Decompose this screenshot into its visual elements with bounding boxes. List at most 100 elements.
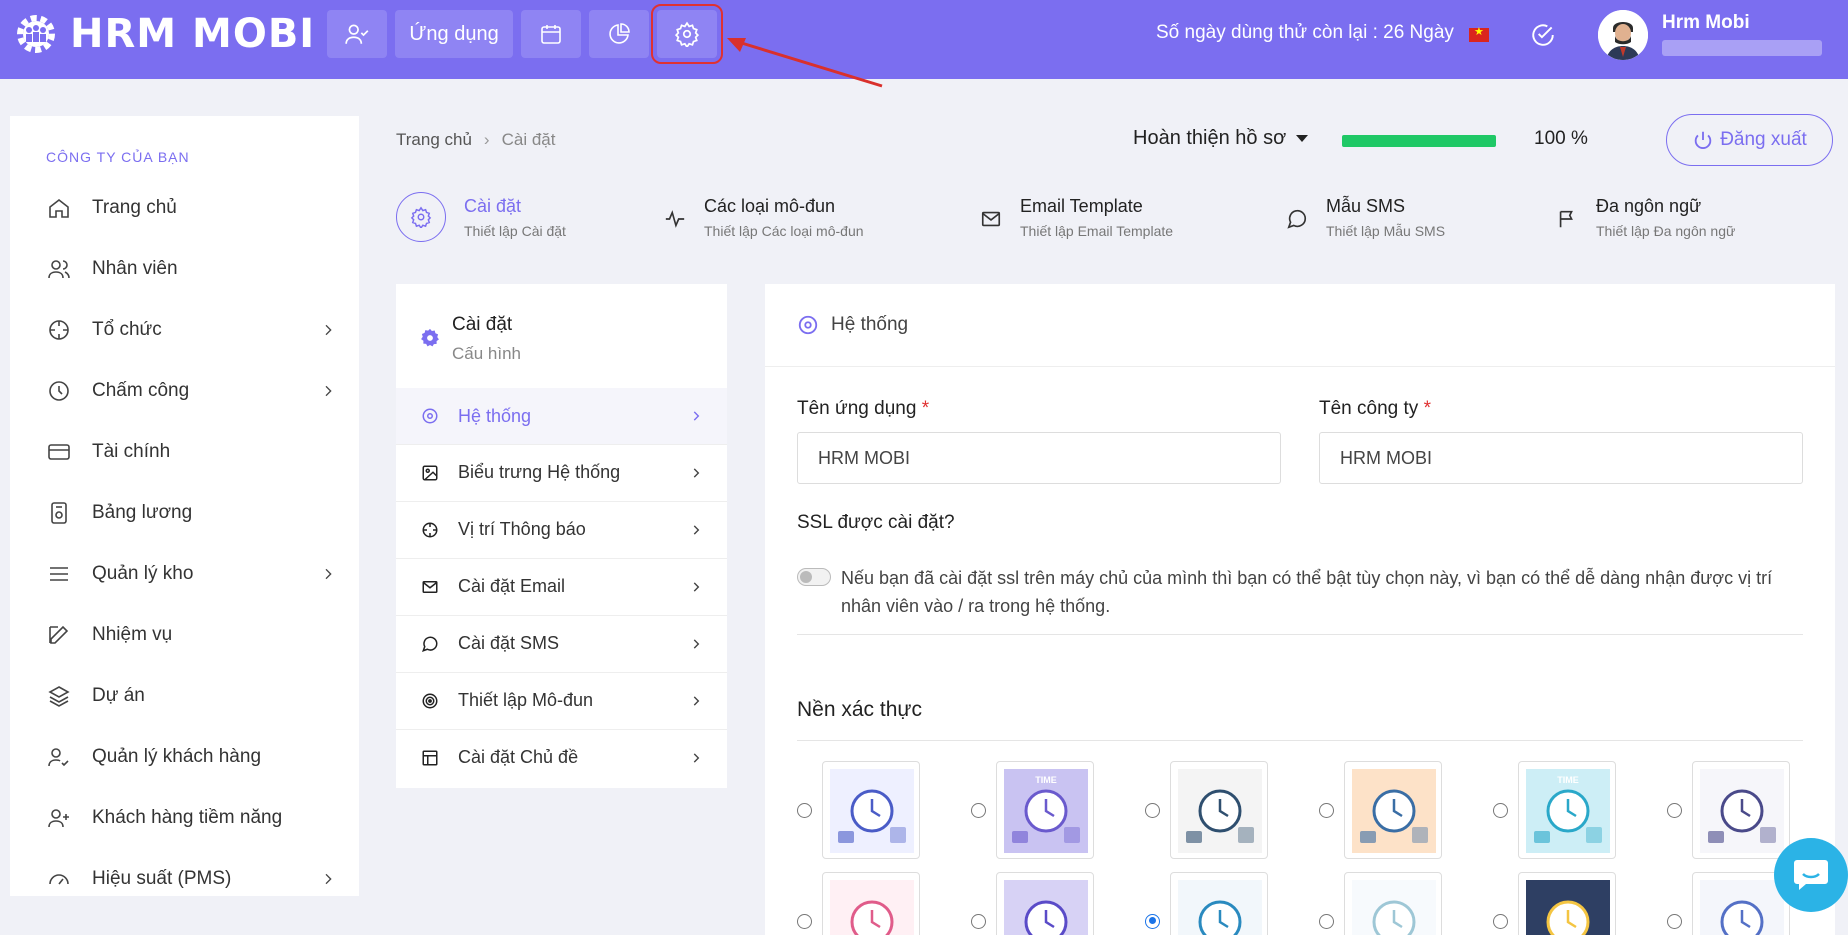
background-thumbnail[interactable] <box>1518 872 1616 935</box>
layout-icon <box>422 750 438 765</box>
app-name-input[interactable] <box>797 432 1281 484</box>
background-thumbnail[interactable] <box>1170 761 1268 859</box>
background-radio[interactable] <box>1667 913 1682 929</box>
background-thumbnail[interactable] <box>822 872 920 935</box>
tab-sms-template[interactable]: Mẫu SMS Thiết lập Mẫu SMS <box>1286 196 1445 239</box>
tab-subtitle: Thiết lập Mẫu SMS <box>1326 223 1446 239</box>
menu-item-notification-position[interactable]: Vị trí Thông báo <box>396 501 727 557</box>
logout-label: Đăng xuất <box>1720 129 1807 150</box>
tab-title: Cài đặt <box>464 196 522 216</box>
sidebar-item-payroll[interactable]: Bảng lương <box>46 498 336 528</box>
tab-settings[interactable]: Cài đặt Thiết lập Cài đặt <box>396 192 566 242</box>
sidebar-item-finance[interactable]: Tài chính <box>46 437 336 467</box>
sidebar-item-projects[interactable]: Dự án <box>46 681 336 711</box>
background-radio[interactable] <box>1319 913 1334 929</box>
sidebar-item-label: Quản lý khách hàng <box>92 746 262 767</box>
background-option[interactable] <box>1667 872 1790 935</box>
sidebar-item-attendance[interactable]: Chấm công <box>46 376 336 406</box>
breadcrumb-home[interactable]: Trang chủ <box>396 130 472 150</box>
settings-button[interactable] <box>651 4 723 64</box>
menu-item-label: Cài đặt SMS <box>458 633 560 653</box>
panel-title: Hệ thống <box>831 314 909 335</box>
chat-widget-button[interactable] <box>1774 838 1848 912</box>
payroll-icon <box>51 502 67 524</box>
menu-item-theme-settings[interactable]: Cài đặt Chủ đề <box>396 729 727 785</box>
sidebar-item-inventory[interactable]: Quản lý kho <box>46 559 336 589</box>
background-radio[interactable] <box>971 802 986 818</box>
chevron-right-icon <box>693 753 700 763</box>
cog-icon <box>421 328 439 347</box>
sidebar-item-home[interactable]: Trang chủ <box>46 193 336 223</box>
background-radio[interactable] <box>971 913 986 929</box>
logo-text: HRM MOBI <box>70 11 316 57</box>
sidebar-item-performance[interactable]: Hiệu suất (PMS) <box>46 864 336 894</box>
menu-item-label: Vị trí Thông báo <box>458 519 586 539</box>
ssl-toggle[interactable] <box>797 568 831 586</box>
calendar-button[interactable] <box>521 10 581 58</box>
background-option[interactable] <box>1667 761 1790 859</box>
sidebar-item-label: Bảng lương <box>92 502 193 523</box>
background-radio[interactable] <box>1493 802 1508 818</box>
background-option[interactable] <box>1145 761 1268 859</box>
logout-button[interactable]: Đăng xuất <box>1666 114 1833 166</box>
background-radio[interactable] <box>1145 802 1160 818</box>
profile-progress-bar <box>1342 135 1496 147</box>
tab-module-types[interactable]: Các loại mô-đun Thiết lập Các loại mô-đun <box>664 196 864 239</box>
sidebar-item-customers[interactable]: Quản lý khách hàng <box>46 742 336 772</box>
background-option[interactable]: TIME <box>971 761 1094 859</box>
background-radio[interactable] <box>797 913 812 929</box>
apps-button[interactable]: Ứng dụng <box>395 10 513 58</box>
background-thumbnail[interactable] <box>1170 872 1268 935</box>
background-thumbnail[interactable] <box>1344 872 1442 935</box>
background-radio[interactable] <box>797 802 812 818</box>
avatar[interactable] <box>1598 10 1648 60</box>
employee-check-button[interactable] <box>327 10 387 58</box>
menu-item-email-settings[interactable]: Cài đặt Email <box>396 558 727 614</box>
tab-email-template[interactable]: Email Template Thiết lập Email Template <box>980 196 1173 239</box>
background-option[interactable] <box>1145 872 1268 935</box>
background-radio[interactable] <box>1493 913 1508 929</box>
background-thumbnail[interactable] <box>822 761 920 859</box>
chevron-right-icon <box>325 873 332 885</box>
company-name-label: Tên công ty * <box>1319 398 1431 420</box>
mail-icon <box>981 211 1001 227</box>
background-option[interactable]: TIME <box>1493 761 1616 859</box>
background-option[interactable] <box>1493 872 1616 935</box>
background-thumbnail[interactable] <box>996 872 1094 935</box>
image-icon <box>422 465 438 480</box>
report-button[interactable] <box>589 10 649 58</box>
background-thumbnail[interactable] <box>1344 761 1442 859</box>
tab-multilanguage[interactable]: Đa ngôn ngữ Thiết lập Đa ngôn ngữ <box>1556 196 1735 239</box>
menu-item-module-setup[interactable]: Thiết lập Mô-đun <box>396 672 727 728</box>
required-mark: * <box>921 398 930 419</box>
background-thumbnail[interactable]: TIME <box>1518 761 1616 859</box>
sidebar-item-employees[interactable]: Nhân viên <box>46 254 336 284</box>
background-option[interactable] <box>797 761 920 859</box>
check-circle-button[interactable] <box>1530 22 1556 48</box>
background-radio[interactable] <box>1319 802 1334 818</box>
app-logo[interactable]: HRM MOBI <box>12 10 315 58</box>
background-option[interactable] <box>1319 872 1442 935</box>
sidebar-item-leads[interactable]: Khách hàng tiềm năng <box>46 803 336 833</box>
background-thumbnail[interactable]: TIME <box>996 761 1094 859</box>
background-option[interactable] <box>797 872 920 935</box>
sidebar-item-tasks[interactable]: Nhiệm vụ <box>46 620 336 650</box>
background-radio[interactable] <box>1667 802 1682 818</box>
menu-item-system[interactable]: Hệ thống <box>396 388 727 444</box>
menu-item-system-logo[interactable]: Biểu trưng Hệ thống <box>396 444 727 500</box>
background-option[interactable] <box>971 872 1094 935</box>
menu-item-sms-settings[interactable]: Cài đặt SMS <box>396 615 727 671</box>
background-thumbnail[interactable] <box>1692 761 1790 859</box>
sidebar-item-organization[interactable]: Tổ chức <box>46 315 336 345</box>
background-radio[interactable] <box>1145 913 1160 929</box>
tab-title: Các loại mô-đun <box>704 196 836 216</box>
menu-item-label: Cài đặt Email <box>458 576 566 596</box>
background-option[interactable] <box>1319 761 1442 859</box>
user-name[interactable]: Hrm Mobi <box>1662 12 1750 34</box>
vietnam-flag-icon[interactable] <box>1469 25 1489 42</box>
app-name-label-text: Tên ứng dụng <box>797 398 917 419</box>
chat-bubble-icon <box>1794 860 1828 890</box>
tab-subtitle: Thiết lập Các loại mô-đun <box>704 223 864 239</box>
company-name-input[interactable] <box>1319 432 1803 484</box>
profile-completion-dropdown[interactable]: Hoàn thiện hồ sơ <box>1133 127 1309 150</box>
